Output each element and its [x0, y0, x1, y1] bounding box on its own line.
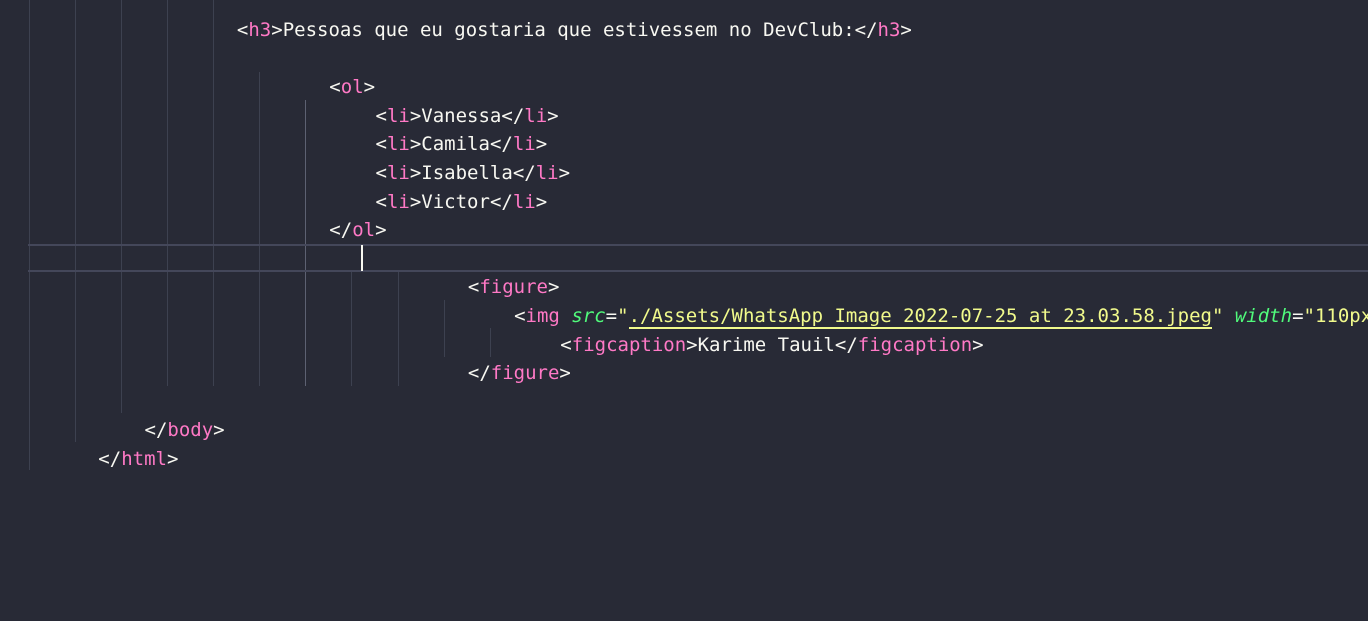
punctuation: >	[409, 162, 422, 184]
tag-name: body	[167, 419, 214, 442]
punctuation: >	[535, 190, 548, 213]
text-content: Isabella	[421, 162, 513, 184]
string-value: "110px"	[1303, 305, 1368, 327]
punctuation: </	[144, 419, 168, 442]
punctuation	[560, 305, 571, 327]
text-content: Vanessa	[421, 104, 502, 127]
punctuation: </	[512, 162, 536, 184]
string-value: "	[1211, 305, 1224, 327]
punctuation: >	[972, 333, 984, 356]
tag-name: li	[386, 162, 410, 184]
indent-guide	[75, 0, 76, 442]
punctuation: </	[501, 104, 525, 127]
tag-name: figcaption	[571, 333, 687, 356]
indent-guide	[259, 72, 260, 386]
punctuation: >	[166, 448, 179, 470]
punctuation: >	[409, 133, 422, 156]
code-line[interactable]: <ol>	[329, 73, 375, 101]
punctuation: <	[375, 133, 387, 156]
tag-name: figcaption	[857, 333, 973, 356]
code-line[interactable]: <figcaption>Karime Tauil</figcaption>	[560, 331, 983, 359]
tag-name: li	[386, 104, 410, 127]
tag-name: li	[535, 162, 559, 184]
current-line-highlight	[28, 244, 1368, 272]
punctuation: >	[213, 419, 225, 442]
indent-guide	[305, 100, 306, 386]
attribute-name: src	[571, 305, 606, 327]
punctuation: >	[559, 362, 571, 385]
punctuation: </	[467, 362, 491, 385]
punctuation: </	[854, 19, 878, 41]
punctuation: <	[560, 333, 572, 356]
punctuation: >	[375, 219, 387, 242]
code-line[interactable]: </body>	[145, 416, 225, 444]
indent-guide	[167, 0, 168, 386]
punctuation: </	[98, 448, 122, 470]
punctuation: </	[489, 190, 513, 213]
attribute-name: width	[1234, 305, 1293, 327]
text-cursor	[361, 245, 363, 271]
link-string: ./Assets/WhatsApp Image 2022-07-25 at 23…	[628, 305, 1212, 329]
indent-guide	[490, 328, 491, 357]
punctuation: >	[547, 104, 559, 127]
tag-name: h3	[248, 19, 272, 41]
code-line[interactable]: </html>	[98, 445, 178, 473]
tag-name: html	[121, 448, 167, 470]
string-value: "	[617, 305, 629, 327]
tag-name: figure	[479, 276, 548, 299]
tag-name: figure	[490, 362, 560, 385]
punctuation: >	[363, 76, 376, 99]
code-line[interactable]: <img src="./Assets/WhatsApp Image 2022-0…	[514, 302, 1368, 330]
code-line[interactable]: <li>Vanessa</li>	[376, 102, 559, 130]
punctuation: >	[686, 333, 698, 356]
text-content: Karime Tauil	[697, 333, 835, 356]
punctuation: >	[900, 19, 912, 41]
punctuation: <	[375, 190, 387, 213]
punctuation: <	[236, 19, 249, 41]
tag-name: img	[525, 305, 560, 327]
punctuation: =	[605, 305, 618, 327]
punctuation: >	[409, 190, 422, 213]
indent-guide	[398, 271, 399, 386]
punctuation: </	[489, 133, 513, 156]
punctuation: <	[375, 104, 387, 127]
text-content: Camila	[421, 133, 490, 156]
tag-name: ol	[340, 76, 364, 99]
code-line[interactable]: <figure>	[468, 273, 560, 301]
indent-guide	[351, 271, 352, 386]
punctuation: </	[834, 333, 858, 356]
punctuation: >	[409, 104, 422, 127]
punctuation: <	[514, 305, 526, 327]
tag-name: li	[512, 190, 536, 213]
tag-name: h3	[877, 19, 901, 41]
indent-guide	[121, 0, 122, 413]
tag-name: li	[524, 104, 548, 127]
punctuation	[1223, 305, 1234, 327]
indent-guide	[213, 0, 214, 386]
code-line[interactable]: <li>Isabella</li>	[376, 159, 571, 187]
punctuation: <	[467, 276, 480, 299]
tag-name: ol	[352, 219, 376, 242]
code-line[interactable]: </ol>	[329, 216, 386, 244]
code-line[interactable]: <li>Camila</li>	[376, 130, 548, 158]
indent-guide	[29, 0, 30, 470]
punctuation: >	[271, 19, 283, 41]
tag-name: li	[386, 133, 410, 156]
punctuation: </	[329, 219, 353, 242]
tag-name: li	[386, 190, 410, 213]
punctuation: >	[547, 276, 560, 299]
punctuation: >	[535, 133, 548, 156]
punctuation: <	[375, 162, 387, 184]
punctuation: >	[558, 162, 571, 184]
code-line[interactable]: </figure>	[468, 359, 571, 387]
tag-name: li	[512, 133, 536, 156]
code-editor[interactable]: <h3>Pessoas que eu gostaria que estivess…	[0, 0, 1368, 621]
code-line[interactable]: <h3>Pessoas que eu gostaria que estivess…	[237, 16, 912, 44]
indent-guide	[444, 300, 445, 357]
text-content: Pessoas que eu gostaria que estivessem n…	[282, 19, 855, 41]
punctuation: <	[329, 76, 341, 99]
text-content: Victor	[421, 190, 490, 213]
code-line[interactable]: <li>Victor</li>	[376, 188, 548, 216]
punctuation: =	[1292, 305, 1304, 327]
